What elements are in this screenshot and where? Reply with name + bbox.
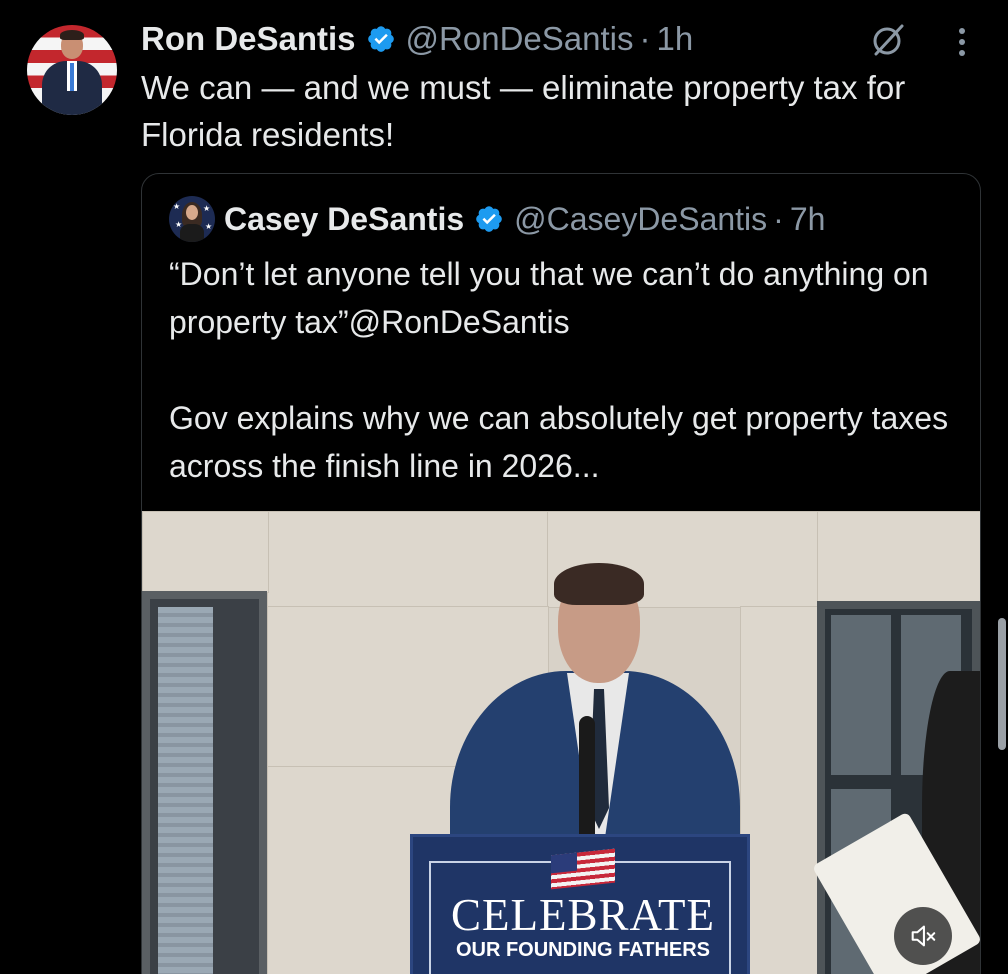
- author-handle[interactable]: @RonDeSantis: [406, 20, 634, 58]
- podium-title: CELEBRATE: [451, 890, 715, 940]
- volume-mute-icon[interactable]: [894, 907, 952, 965]
- quoted-author-avatar[interactable]: ★ ★ ★ ★: [169, 196, 215, 242]
- timestamp[interactable]: 1h: [657, 20, 694, 58]
- american-flag-icon: [551, 848, 615, 890]
- quoted-author-name[interactable]: Casey DeSantis: [224, 201, 464, 238]
- separator-dot: ·: [639, 20, 651, 57]
- quoted-author-handle[interactable]: @CaseyDeSantis: [514, 201, 767, 238]
- window: [142, 591, 267, 974]
- tweet-text: We can — and we must — eliminate propert…: [141, 69, 906, 153]
- author-name[interactable]: Ron DeSantis: [141, 20, 356, 58]
- quoted-timestamp[interactable]: 7h: [790, 201, 826, 238]
- separator-dot: ·: [773, 200, 784, 237]
- quoted-video[interactable]: CELEBRATE OUR FOUNDING FATHERS: [142, 511, 980, 974]
- microphone: [579, 716, 595, 846]
- quoted-tweet-header: Casey DeSantis @CaseyDeSantis · 7h: [224, 198, 825, 240]
- tweet[interactable]: Ron DeSantis @RonDeSantis · 1h We can — …: [0, 0, 1008, 974]
- verified-badge-icon: [474, 204, 504, 234]
- tweet-header: Ron DeSantis @RonDeSantis · 1h: [141, 18, 693, 60]
- quoted-text-paragraph-1: “Don’t let anyone tell you that we can’t…: [169, 256, 929, 340]
- grok-icon[interactable]: [866, 18, 910, 62]
- more-options-icon[interactable]: [950, 24, 974, 60]
- verified-badge-icon: [366, 24, 396, 54]
- podium-subtitle: OUR FOUNDING FATHERS: [455, 939, 711, 961]
- quoted-tweet-text: “Don’t let anyone tell you that we can’t…: [169, 250, 959, 490]
- podium: CELEBRATE OUR FOUNDING FATHERS: [410, 834, 750, 974]
- scrollbar[interactable]: [998, 618, 1006, 750]
- author-avatar[interactable]: [27, 25, 117, 115]
- quoted-text-paragraph-2: Gov explains why we can absolutely get p…: [169, 400, 949, 484]
- quoted-tweet[interactable]: ★ ★ ★ ★ Casey DeSantis @CaseyDeSantis · …: [141, 173, 981, 974]
